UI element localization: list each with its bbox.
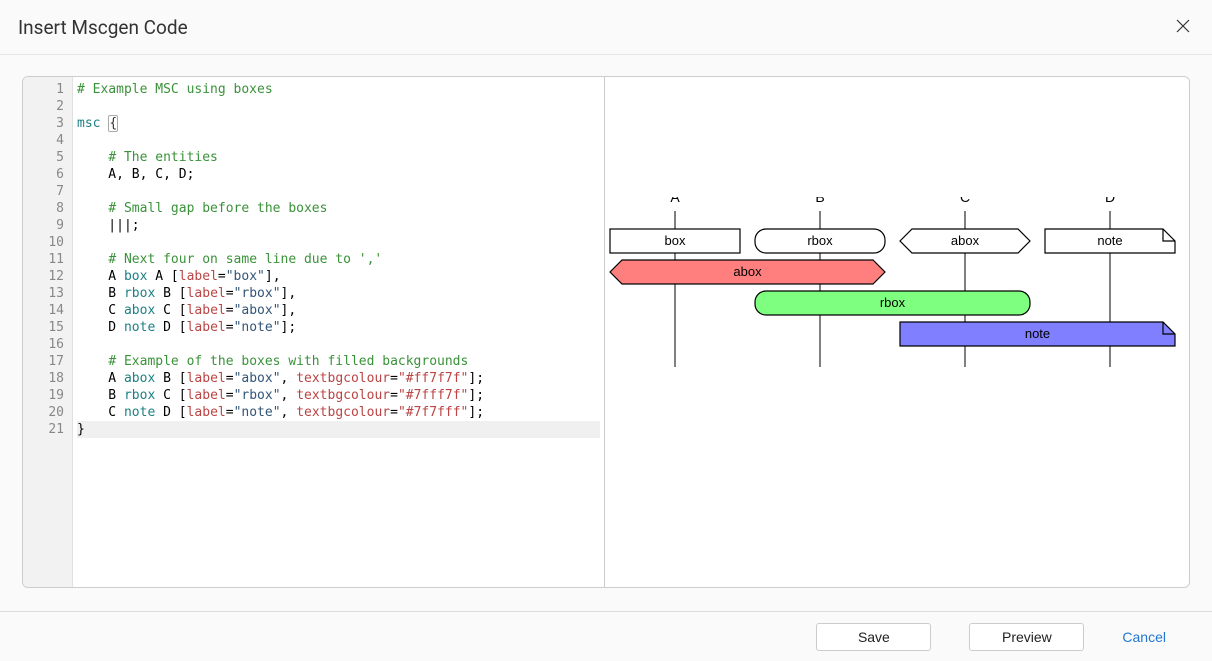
code-line: [77, 98, 600, 115]
code-line: # Next four on same line due to ',': [77, 251, 600, 268]
dialog-title: Insert Mscgen Code: [18, 16, 188, 39]
msc-preview: A B C Dbox rbox abox note abox rbox note: [605, 197, 1187, 457]
code-line: }: [77, 421, 600, 438]
box-label: note: [1097, 233, 1122, 248]
code-line: C abox C [label="abox"],: [77, 302, 600, 319]
code-line: A abox B [label="abox", textbgcolour="#f…: [77, 370, 600, 387]
code-line: # Example of the boxes with filled backg…: [77, 353, 600, 370]
close-button[interactable]: [1172, 12, 1194, 43]
code-editor[interactable]: # Example MSC using boxes msc { # The ent…: [73, 77, 604, 587]
panels: 123456789101112131415161718192021 # Exam…: [22, 76, 1190, 588]
box-label: abox: [733, 264, 762, 279]
cancel-button[interactable]: Cancel: [1122, 629, 1166, 645]
box-label: abox: [951, 233, 980, 248]
box-label: rbox: [807, 233, 833, 248]
entity-label: A: [670, 197, 680, 205]
code-line: D note D [label="note"];: [77, 319, 600, 336]
entity-label: B: [815, 197, 824, 205]
code-line: B rbox C [label="rbox", textbgcolour="#7…: [77, 387, 600, 404]
insert-mscgen-dialog: Insert Mscgen Code 123456789101112131415…: [0, 0, 1212, 661]
box-label: note: [1025, 326, 1050, 341]
code-line: C note D [label="note", textbgcolour="#7…: [77, 404, 600, 421]
code-line: [77, 183, 600, 200]
preview-button[interactable]: Preview: [969, 623, 1084, 651]
box-label: box: [665, 233, 686, 248]
line-number-gutter: 123456789101112131415161718192021: [23, 77, 73, 587]
code-editor-panel: 123456789101112131415161718192021 # Exam…: [23, 77, 605, 587]
code-line: [77, 336, 600, 353]
code-line: |||;: [77, 217, 600, 234]
dialog-footer: Save Preview Cancel: [0, 611, 1212, 661]
entity-label: C: [960, 197, 970, 205]
code-line: # Small gap before the boxes: [77, 200, 600, 217]
preview-panel: A B C Dbox rbox abox note abox rbox note: [605, 77, 1189, 587]
close-icon: [1176, 16, 1190, 38]
box-label: rbox: [880, 295, 906, 310]
code-line: B rbox B [label="rbox"],: [77, 285, 600, 302]
code-line: A, B, C, D;: [77, 166, 600, 183]
dialog-content: 123456789101112131415161718192021 # Exam…: [0, 55, 1212, 611]
code-line: msc {: [77, 115, 600, 132]
entity-label: D: [1105, 197, 1115, 205]
code-line: # Example MSC using boxes: [77, 81, 600, 98]
code-line: [77, 234, 600, 251]
code-line: [77, 132, 600, 149]
dialog-header: Insert Mscgen Code: [0, 0, 1212, 55]
save-button[interactable]: Save: [816, 623, 931, 651]
code-line: A box A [label="box"],: [77, 268, 600, 285]
code-line: # The entities: [77, 149, 600, 166]
